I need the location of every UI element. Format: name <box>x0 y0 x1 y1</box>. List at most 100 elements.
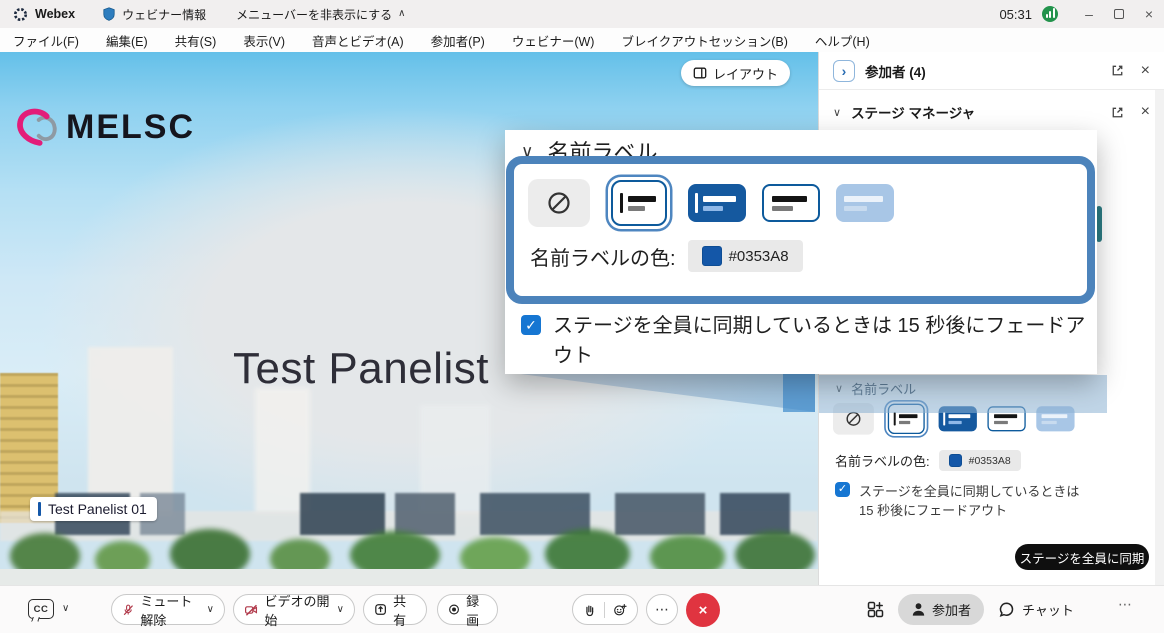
menu-audio-video[interactable]: 音声とビデオ(A) <box>312 31 404 50</box>
chat-label: チャット <box>1022 600 1074 619</box>
popout-icon[interactable] <box>1110 105 1125 120</box>
melsc-heart-logo-icon <box>14 107 60 147</box>
menu-bar: ファイル(F) 編集(E) 共有(S) 表示(V) 音声とビデオ(A) 参加者(… <box>0 28 1164 52</box>
menu-webinar[interactable]: ウェビナー(W) <box>512 31 595 50</box>
record-icon <box>448 602 460 617</box>
menu-share[interactable]: 共有(S) <box>175 31 217 50</box>
chevron-down-icon[interactable]: ∨ <box>833 106 841 119</box>
share-label: 共有 <box>393 591 416 629</box>
chevron-up-icon: ∧ <box>398 9 405 19</box>
magnifier-frame: 名前ラベルの色: #0353A8 <box>506 156 1095 304</box>
webinar-info-button[interactable]: ウェビナー情報 <box>103 6 206 23</box>
skyline-block <box>395 493 455 535</box>
name-label-style-options <box>833 403 1093 443</box>
record-label: 録画 <box>466 591 487 629</box>
share-button[interactable]: 共有 <box>363 594 427 625</box>
name-label-text: Test Panelist 01 <box>48 501 147 517</box>
skyline-block <box>615 493 705 535</box>
more-options-button[interactable]: ⋯ <box>646 594 678 625</box>
menu-view[interactable]: 表示(V) <box>243 31 285 50</box>
record-button[interactable]: 録画 <box>437 594 498 625</box>
checkbox-checked[interactable]: ✓ <box>521 315 541 335</box>
close-panel-icon[interactable]: × <box>1141 63 1150 79</box>
start-video-label: ビデオの開始 <box>264 591 330 629</box>
connection-quality-icon[interactable] <box>1042 6 1058 22</box>
menu-edit[interactable]: 編集(E) <box>106 31 148 50</box>
label-style-translucent-button[interactable] <box>836 184 894 222</box>
sync-text-line1: ステージを全員に同期しているときは <box>859 484 1079 499</box>
chevron-down-icon: ∨ <box>337 605 344 615</box>
layout-button[interactable]: レイアウト <box>681 60 790 86</box>
label-style-light-selected-button[interactable] <box>888 404 925 434</box>
label-style-translucent-button[interactable] <box>1036 406 1074 431</box>
restore-icon <box>1114 9 1124 19</box>
leave-meeting-button[interactable]: × <box>686 593 720 627</box>
hide-menubar-button[interactable]: メニューバーを非表示にする ∧ <box>236 6 405 23</box>
popout-icon[interactable] <box>1110 63 1125 78</box>
menu-breakout[interactable]: ブレイクアウトセッション(B) <box>621 31 787 50</box>
label-style-outline-button[interactable] <box>762 184 820 222</box>
color-picker-button[interactable]: #0353A8 <box>688 240 803 272</box>
magnified-sync-text: ステージを全員に同期しているときは 15 秒後にフェードアウト <box>553 311 1098 371</box>
name-label-section-header[interactable]: ∨ 名前ラベル <box>835 379 916 398</box>
label-style-blue-button[interactable] <box>688 184 746 222</box>
layout-label: レイアウト <box>713 64 778 83</box>
label-style-light-selected-button[interactable] <box>611 180 667 226</box>
magnified-style-options <box>528 179 1087 227</box>
participants-label: 参加者 <box>932 600 971 619</box>
shield-icon <box>103 7 115 21</box>
captions-button[interactable]: CC ∨ <box>28 599 69 619</box>
unmute-button[interactable]: ミュート解除 ∨ <box>111 594 225 625</box>
restore-button[interactable] <box>1104 3 1134 25</box>
melsc-brand: MELSC <box>14 107 195 147</box>
chat-bubble-icon <box>998 601 1015 618</box>
toolbar-more-icon[interactable]: ⋯ <box>1118 596 1133 613</box>
participants-toggle-button[interactable]: 参加者 <box>898 594 984 625</box>
meeting-timer: 05:31 <box>999 7 1032 22</box>
sync-fade-checkbox-row: ✓ ステージを全員に同期しているときは 15 秒後にフェードアウト <box>835 482 1079 520</box>
sidebar-scrollbar[interactable] <box>1155 90 1164 585</box>
app-title: Webex <box>35 7 75 21</box>
style-bar <box>620 193 623 213</box>
menu-help[interactable]: ヘルプ(H) <box>815 31 870 50</box>
reaction-smiley-icon <box>613 602 627 618</box>
reactions-button[interactable] <box>572 594 638 625</box>
close-window-button[interactable]: × <box>1134 3 1164 25</box>
color-swatch <box>702 246 722 266</box>
minimize-button[interactable]: – <box>1074 3 1104 25</box>
mic-muted-icon <box>122 602 134 618</box>
stage-manager-title: ステージ マネージャ <box>851 102 975 122</box>
webinar-info-label: ウェビナー情報 <box>122 6 206 23</box>
unmute-label: ミュート解除 <box>140 591 200 629</box>
magnified-sync-checkbox-row: ✓ ステージを全員に同期しているときは 15 秒後にフェードアウト <box>521 311 1098 371</box>
color-label: 名前ラベルの色: <box>835 451 930 470</box>
sync-text-line2: 15 秒後にフェードアウト <box>859 503 1007 518</box>
color-value: #0353A8 <box>969 455 1011 467</box>
label-style-none-button[interactable] <box>833 403 874 435</box>
sync-stage-button[interactable]: ステージを全員に同期 <box>1015 544 1149 570</box>
apps-grid-icon <box>866 600 885 619</box>
chat-toggle-button[interactable]: チャット <box>998 594 1074 625</box>
chevron-down-icon: ∨ <box>835 382 843 395</box>
style-bar <box>943 412 945 425</box>
participants-panel-header: › 参加者 (4) × <box>819 52 1164 90</box>
start-video-button[interactable]: ビデオの開始 ∨ <box>233 594 355 625</box>
skyline-block <box>480 493 590 535</box>
apps-button[interactable] <box>866 600 885 619</box>
expand-panel-button[interactable]: › <box>833 60 855 82</box>
checkbox-checked[interactable]: ✓ <box>835 482 850 497</box>
color-label: 名前ラベルの色: <box>530 242 676 271</box>
participants-icon <box>911 602 926 617</box>
name-label-magnifier-popup: ∨ 名前ラベル <box>505 130 1097 374</box>
label-style-none-button[interactable] <box>528 179 590 227</box>
menu-participants[interactable]: 参加者(P) <box>431 31 485 50</box>
color-picker-button[interactable]: #0353A8 <box>939 450 1021 471</box>
name-label-color-row: 名前ラベルの色: #0353A8 <box>835 450 1021 471</box>
label-style-outline-button[interactable] <box>987 406 1025 431</box>
menu-file[interactable]: ファイル(F) <box>13 31 79 50</box>
label-style-blue-button[interactable] <box>939 406 977 431</box>
close-panel-icon[interactable]: × <box>1141 104 1150 120</box>
chevron-down-icon: ∨ <box>62 604 69 614</box>
title-bar: Webex ウェビナー情報 メニューバーを非表示にする ∧ 05:31 – × <box>0 0 1164 28</box>
webex-logo-icon <box>13 7 28 22</box>
